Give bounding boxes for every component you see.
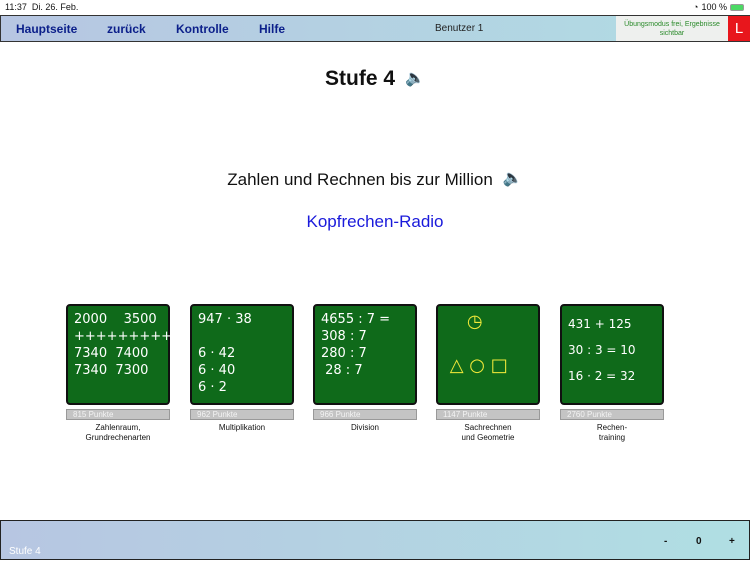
tile-caption: Division	[350, 423, 379, 432]
points-bar: 962 Punkte	[190, 409, 294, 420]
battery-icon	[730, 3, 744, 11]
page-title: Stufe 4 🔈	[0, 67, 750, 91]
wifi-icon: ◔	[693, 2, 699, 12]
battery-percent: 100 %	[701, 2, 727, 12]
minus-button[interactable]: -	[664, 536, 667, 547]
tile-caption: Zahlenraum, Grundrechenarten	[85, 423, 151, 442]
chalkboard-image: 2000 3500 +++++++++ 7340 7400 7340 7300	[66, 304, 172, 405]
status-time-date: 11:37 Di. 26. Feb.	[5, 2, 78, 12]
level-label: Stufe 4	[9, 546, 41, 557]
date: Di. 26. Feb.	[31, 2, 79, 12]
tile-caption: Multiplikation	[218, 423, 266, 432]
chalkboard-image: 947 · 38 6 · 42 6 · 40 6 · 2	[190, 304, 294, 405]
tile-zahlenraum[interactable]: 2000 3500 +++++++++ 7340 7400 7340 7300 8…	[66, 304, 172, 443]
title-text: Stufe 4	[325, 67, 396, 90]
bottom-bar: Stufe 4 - 0 +	[0, 520, 750, 560]
subtitle-text: Zahlen und Rechnen bis zur Million	[227, 170, 493, 189]
home-button[interactable]: Hauptseite	[16, 22, 77, 36]
points-bar: 2760 Punkte	[560, 409, 664, 420]
radio-link-row: Kopfrechen-Radio	[0, 212, 750, 232]
l-button[interactable]: L	[728, 16, 750, 41]
check-button[interactable]: Kontrolle	[176, 22, 229, 36]
mode-info: Übungsmodus frei, Ergebnisse sichtbar	[616, 16, 728, 41]
status-bar: 11:37 Di. 26. Feb. ◔ 100 %	[0, 0, 750, 14]
top-nav-bar: Hauptseite zurück Kontrolle Hilfe Benutz…	[0, 15, 750, 42]
back-button[interactable]: zurück	[107, 22, 146, 36]
speaker-icon[interactable]: 🔈	[405, 68, 425, 88]
speaker-icon[interactable]: 🔈	[503, 168, 523, 188]
chalkboard-image: 431 + 125 30 : 3 = 10 16 · 2 = 32	[560, 304, 664, 405]
chalkboard-image: ◷ △ ○ □	[436, 304, 540, 405]
counter-value: 0	[696, 536, 702, 547]
chalkboard-image: 4655 : 7 = 308 : 7 280 : 7 28 : 7	[313, 304, 417, 405]
help-button[interactable]: Hilfe	[259, 22, 285, 36]
tile-caption: Sachrechnen und Geometrie	[461, 423, 515, 442]
points-bar: 815 Punkte	[66, 409, 170, 420]
tile-multiplikation[interactable]: 947 · 38 6 · 42 6 · 40 6 · 2 962 Punkte Mu…	[190, 304, 294, 433]
user-name: Benutzer 1	[435, 23, 484, 34]
points-bar: 1147 Punkte	[436, 409, 540, 420]
points-bar: 966 Punkte	[313, 409, 417, 420]
time: 11:37	[5, 2, 27, 12]
tile-rechentraining[interactable]: 431 + 125 30 : 3 = 10 16 · 2 = 32 2760 Pu…	[560, 304, 664, 443]
kopfrechen-radio-link[interactable]: Kopfrechen-Radio	[306, 212, 443, 231]
tile-caption: Rechen- training	[596, 423, 628, 442]
plus-button[interactable]: +	[729, 536, 735, 547]
tile-division[interactable]: 4655 : 7 = 308 : 7 280 : 7 28 : 7 966 Pun…	[313, 304, 417, 433]
tile-sachrechnen[interactable]: ◷ △ ○ □ 1147 Punkte Sachrechnen und Geomet…	[436, 304, 540, 443]
subtitle: Zahlen und Rechnen bis zur Million 🔈	[0, 168, 750, 190]
